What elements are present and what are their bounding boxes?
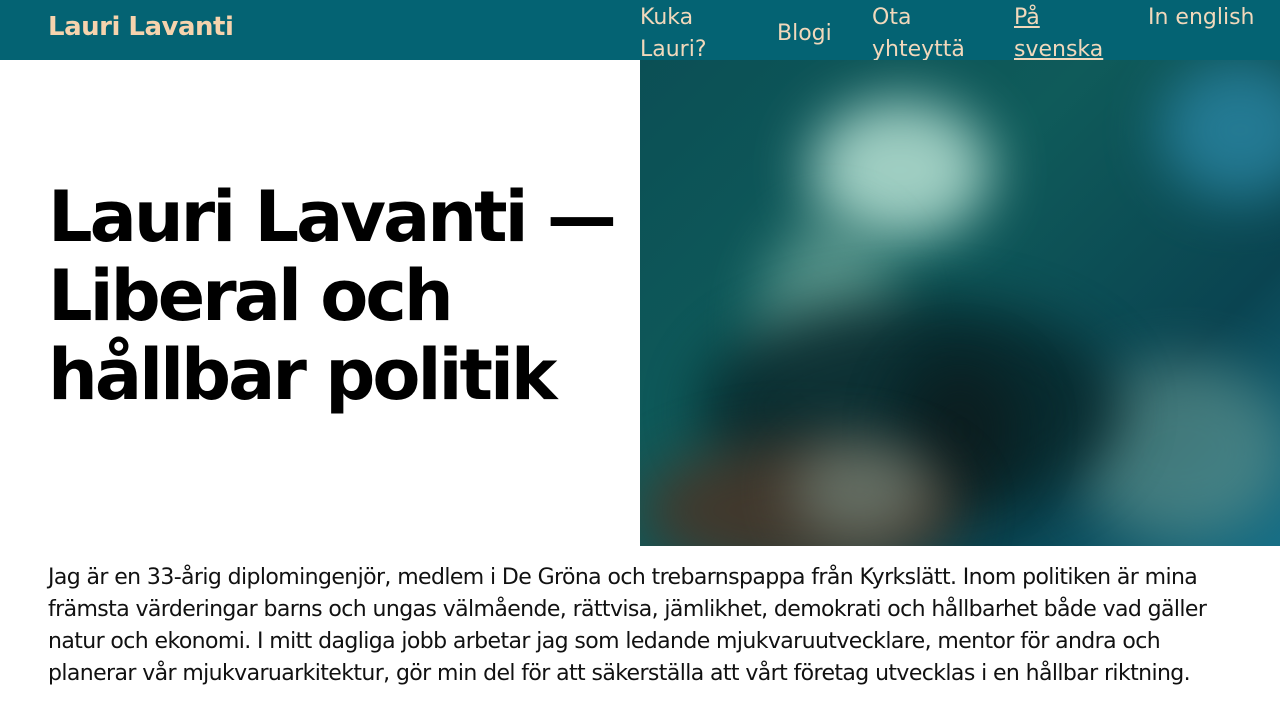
site-header: Lauri Lavanti Kuka Lauri? Blogi Ota yhte… — [0, 0, 1280, 62]
nav-item-pa-svenska[interactable]: På svenska — [1014, 2, 1114, 66]
nav-item-ota-yhteytta[interactable]: Ota yhteyttä — [872, 2, 982, 66]
page-title: Lauri Lavanti — Liberal och hållbar poli… — [48, 176, 617, 416]
nav-item-kuka-lauri[interactable]: Kuka Lauri? — [640, 2, 750, 66]
intro-paragraph: Jag är en 33-årig diplomingenjör, medlem… — [48, 565, 1207, 686]
hero-portrait-image — [640, 60, 1280, 546]
nav-item-in-english[interactable]: In english — [1148, 2, 1258, 34]
nav-item-blogi[interactable]: Blogi — [777, 18, 832, 50]
site-brand-link[interactable]: Lauri Lavanti — [48, 12, 234, 42]
